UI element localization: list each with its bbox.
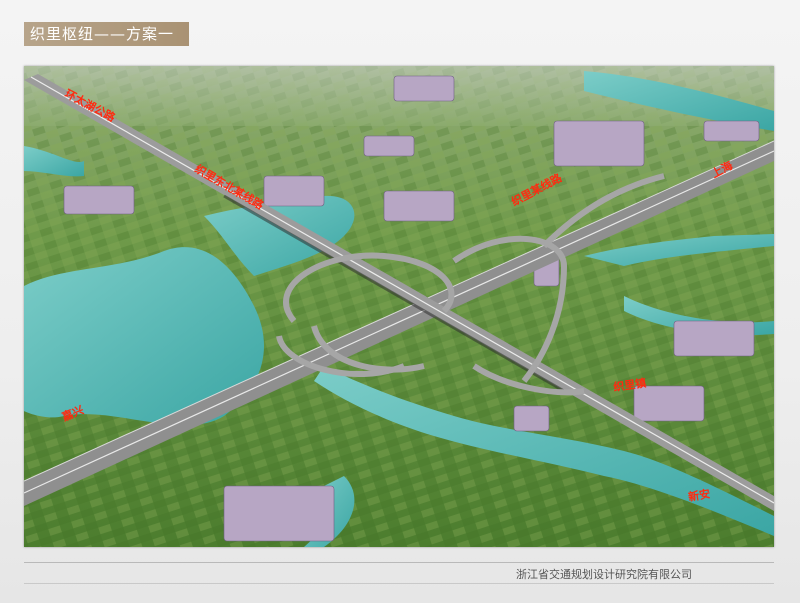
page-title: 织里枢纽——方案一 <box>24 22 189 46</box>
footer-divider-lower <box>24 583 774 584</box>
footer-divider <box>24 562 774 563</box>
interchange-rendering: 环太湖公路 织里东北某线路 织里某线路 上海 嘉兴 织里镇 新安 <box>24 66 774 547</box>
institute-name: 浙江省交通规划设计研究院有限公司 <box>516 568 692 581</box>
